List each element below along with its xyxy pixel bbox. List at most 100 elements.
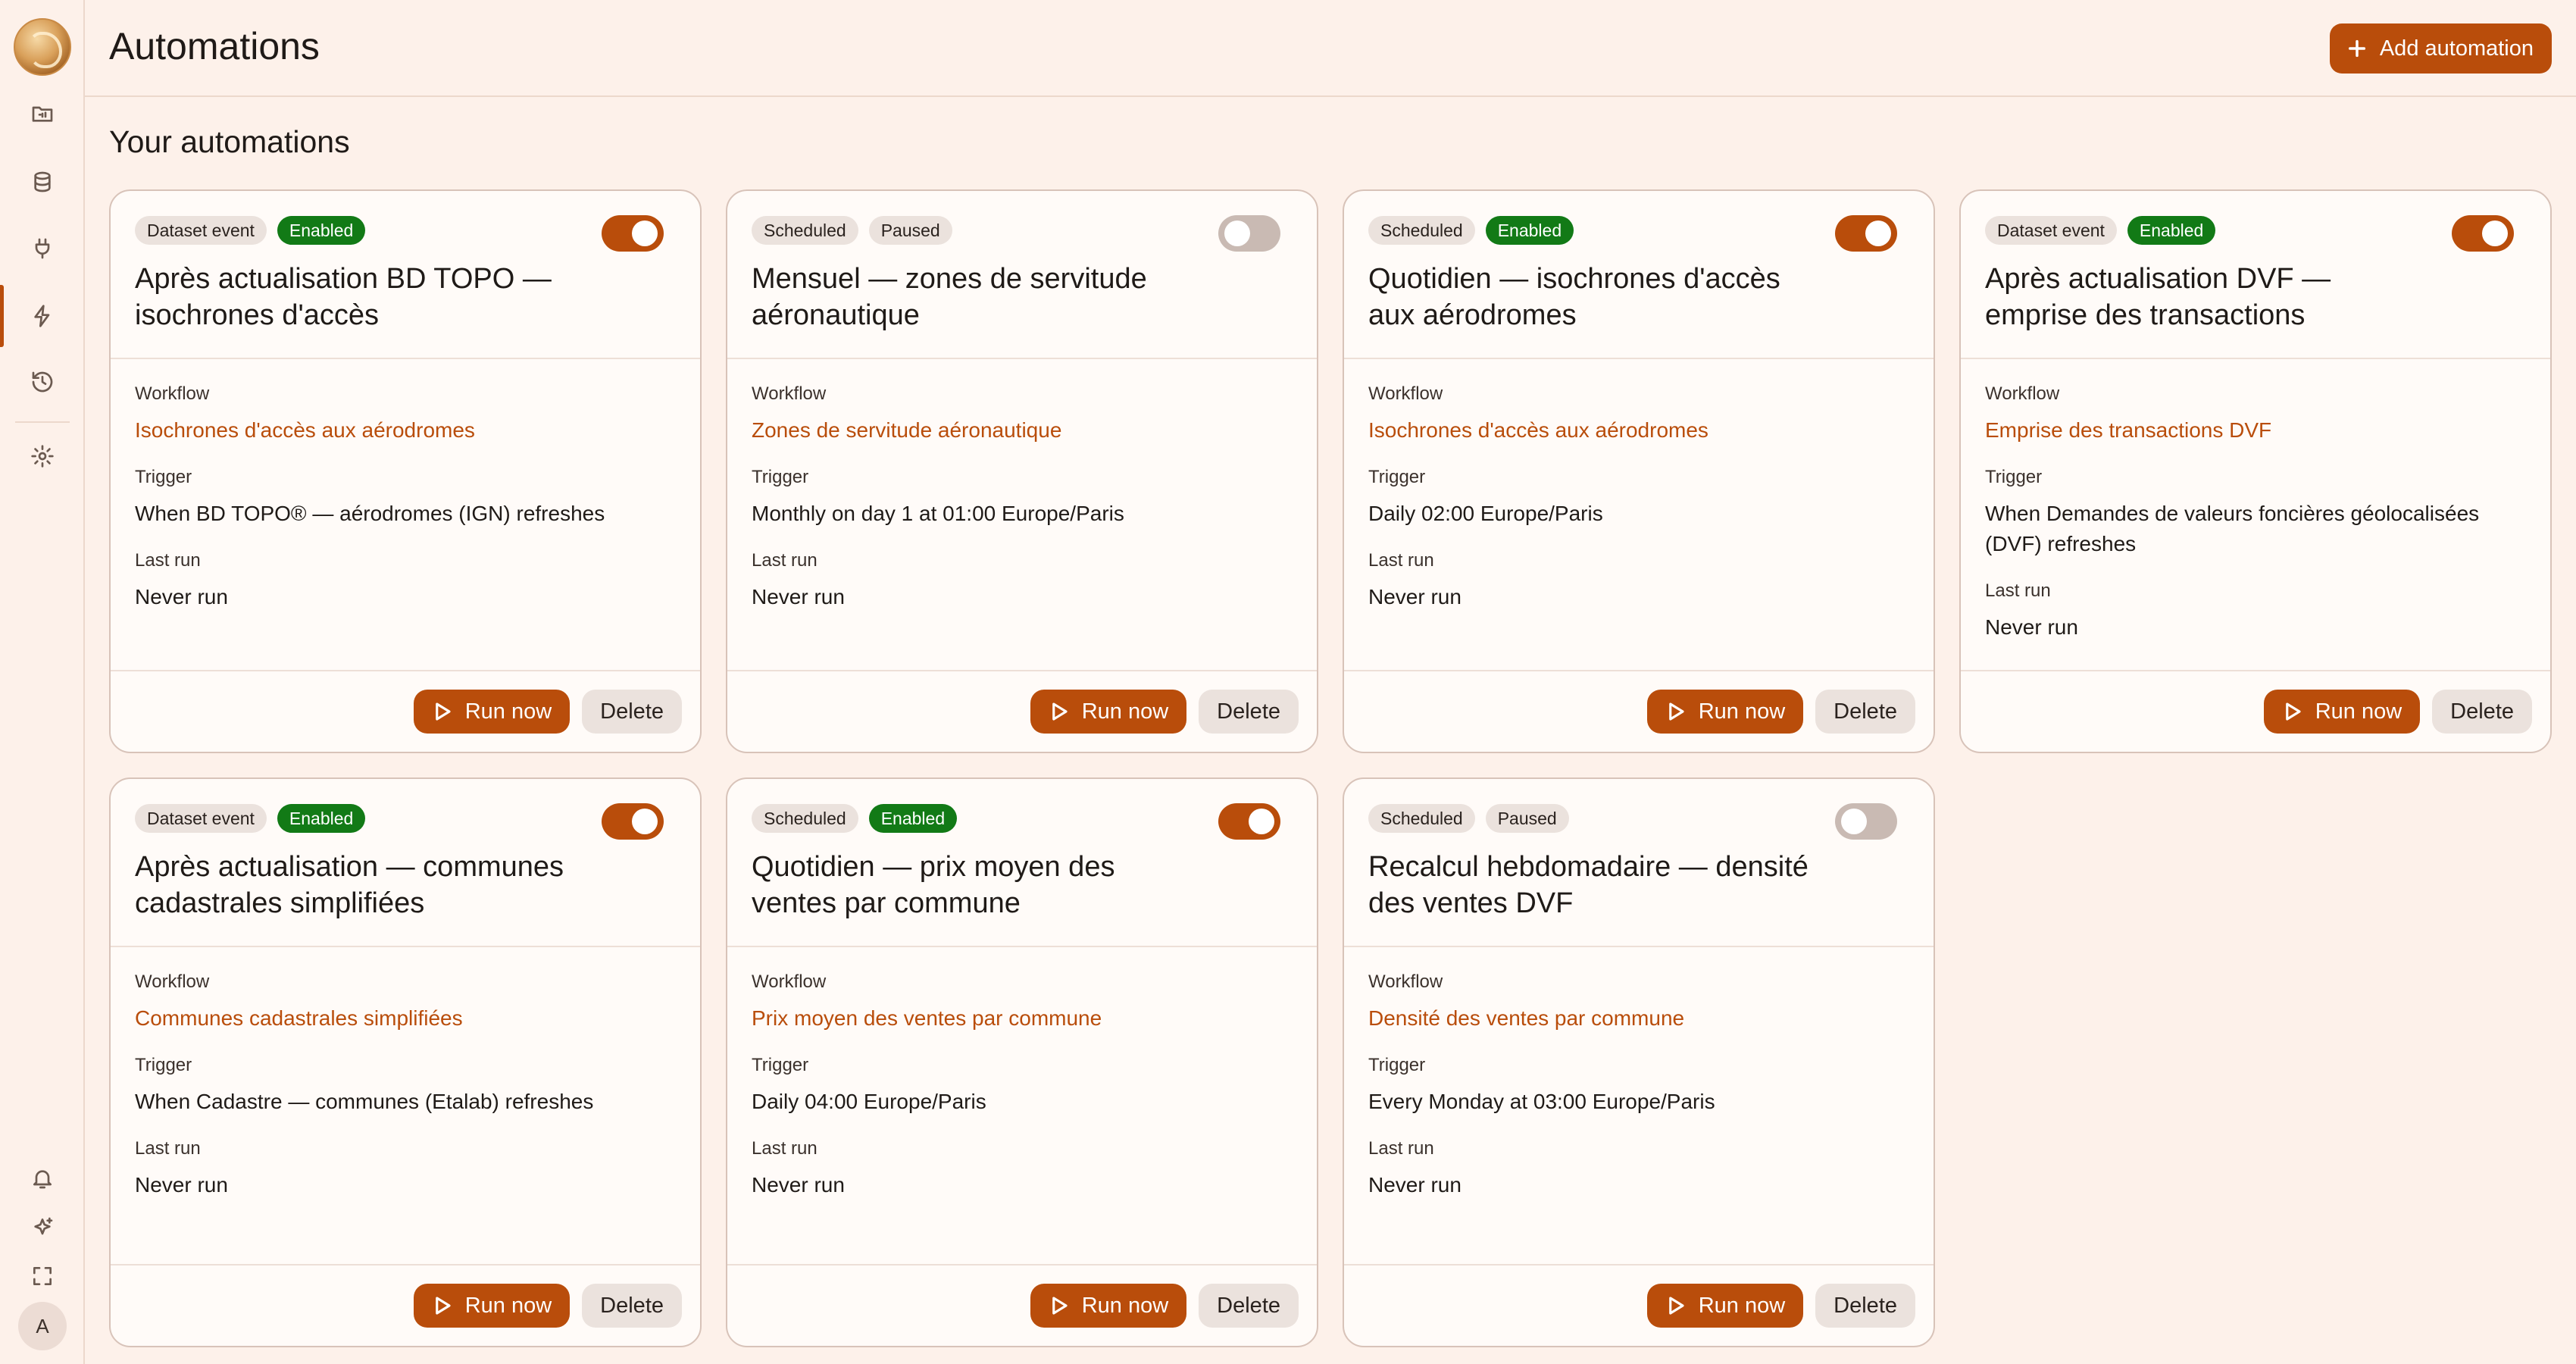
plug-icon[interactable] [20,226,65,271]
workflow-link[interactable]: Densité des ventes par commune [1368,1003,1909,1034]
toggle-knob [2482,221,2508,246]
card-actions: Run now Delete [111,1264,700,1346]
workflow-label: Workflow [1368,383,1443,404]
page-title: Automations [109,25,320,67]
play-icon [435,1297,451,1315]
last-run-value: Never run [752,585,845,608]
delete-button[interactable]: Delete [1815,1284,1915,1328]
run-now-button[interactable]: Run now [413,1284,571,1328]
workflow-link[interactable]: Isochrones d'accès aux aérodromes [1368,415,1909,446]
play-icon [2285,702,2301,721]
card-actions: Run now Delete [727,1264,1317,1346]
trigger-type-badge: Scheduled [752,804,858,833]
delete-button[interactable]: Delete [1815,690,1915,734]
enable-toggle[interactable] [2452,215,2514,252]
trigger-value: When Demandes de valeurs foncières géolo… [1985,502,2480,555]
run-now-button[interactable]: Run now [1030,690,1187,734]
delete-button[interactable]: Delete [2432,690,2532,734]
card-header: Scheduled Paused Mensuel — zones de serv… [727,191,1317,359]
last-run-label: Last run [1368,1138,1434,1159]
status-badge: Paused [1485,804,1569,833]
trigger-value: When Cadastre — communes (Etalab) refres… [135,1090,594,1113]
app-logo[interactable] [14,18,71,76]
workflow-link[interactable]: Zones de servitude aéronautique [752,415,1293,446]
workflow-link[interactable]: Communes cadastrales simplifiées [135,1003,676,1034]
card-badges: Dataset event Enabled [135,215,676,246]
sparkles-icon[interactable] [20,1205,65,1250]
history-icon[interactable] [20,359,65,405]
trigger-value: Daily 04:00 Europe/Paris [752,1090,986,1113]
last-run-value: Never run [752,1173,845,1197]
last-run-value: Never run [135,1173,228,1197]
toggle-knob [1224,221,1250,246]
card-body: Workflow Densité des ventes par commune … [1344,947,1934,1237]
automation-card: Dataset event Enabled Après actualisatio… [1959,189,2552,753]
trigger-label: Trigger [135,467,192,487]
delete-button[interactable]: Delete [582,1284,682,1328]
enable-toggle[interactable] [602,215,664,252]
toggle-knob [632,809,658,834]
enable-toggle[interactable] [1218,215,1280,252]
lightning-icon[interactable] [20,293,65,339]
workflow-link[interactable]: Isochrones d'accès aux aérodromes [135,415,676,446]
status-badge: Paused [868,216,952,245]
automation-card: Scheduled Enabled Quotidien — prix moyen… [726,777,1318,1347]
trigger-value: Monthly on day 1 at 01:00 Europe/Paris [752,502,1124,525]
card-badges: Scheduled Paused [752,215,1293,246]
delete-button[interactable]: Delete [1199,1284,1299,1328]
trigger-value: When BD TOPO® — aérodromes (IGN) refresh… [135,502,605,525]
card-actions: Run now Delete [1344,670,1934,752]
enable-toggle[interactable] [1835,803,1897,840]
workflow-link[interactable]: Prix moyen des ventes par commune [752,1003,1293,1034]
card-badges: Scheduled Enabled [752,803,1293,834]
trigger-type-badge: Scheduled [752,216,858,245]
run-now-button[interactable]: Run now [1646,690,1804,734]
trigger-label: Trigger [752,467,809,487]
card-header: Dataset event Enabled Après actualisatio… [111,191,700,359]
card-badges: Scheduled Enabled [1368,215,1909,246]
last-run-label: Last run [1368,550,1434,571]
delete-button[interactable]: Delete [1199,690,1299,734]
automation-card: Dataset event Enabled Après actualisatio… [109,777,702,1347]
trigger-label: Trigger [135,1055,192,1075]
workflow-label: Workflow [135,383,210,404]
trigger-label: Trigger [1368,467,1426,487]
status-badge: Enabled [277,804,366,833]
folder-icon[interactable] [20,91,65,136]
run-now-button[interactable]: Run now [2263,690,2421,734]
automation-card: Scheduled Paused Mensuel — zones de serv… [726,189,1318,753]
enable-toggle[interactable] [1835,215,1897,252]
gear-icon[interactable] [20,433,65,479]
automation-title: Mensuel — zones de servitude aéronautiqu… [752,263,1147,331]
card-badges: Dataset event Enabled [1985,215,2526,246]
automation-title: Après actualisation DVF — emprise des tr… [1985,263,2331,331]
run-now-button[interactable]: Run now [413,690,571,734]
card-body: Workflow Communes cadastrales simplifiée… [111,947,700,1237]
database-icon[interactable] [20,159,65,205]
enable-toggle[interactable] [602,803,664,840]
card-actions: Run now Delete [111,670,700,752]
toggle-knob [632,221,658,246]
trigger-value: Every Monday at 03:00 Europe/Paris [1368,1090,1715,1113]
last-run-value: Never run [1368,1173,1462,1197]
card-body: Workflow Zones de servitude aéronautique… [727,359,1317,649]
card-header: Scheduled Enabled Quotidien — prix moyen… [727,779,1317,947]
trigger-type-badge: Dataset event [135,216,267,245]
play-icon [1052,1297,1068,1315]
toggle-knob [1865,221,1891,246]
plus-icon [2348,39,2365,58]
trigger-type-badge: Scheduled [1368,804,1475,833]
run-now-label: Run now [464,699,552,724]
workflow-link[interactable]: Emprise des transactions DVF [1985,415,2526,446]
card-body: Workflow Isochrones d'accès aux aérodrom… [111,359,700,649]
run-now-button[interactable]: Run now [1030,1284,1187,1328]
fullscreen-icon[interactable] [20,1253,65,1299]
run-now-button[interactable]: Run now [1646,1284,1804,1328]
enable-toggle[interactable] [1218,803,1280,840]
bell-icon[interactable] [20,1156,65,1201]
delete-button[interactable]: Delete [582,690,682,734]
trigger-label: Trigger [1368,1055,1426,1075]
add-automation-label: Add automation [2379,36,2534,61]
add-automation-button[interactable]: Add automation [2329,23,2552,74]
user-avatar[interactable]: A [18,1302,67,1350]
